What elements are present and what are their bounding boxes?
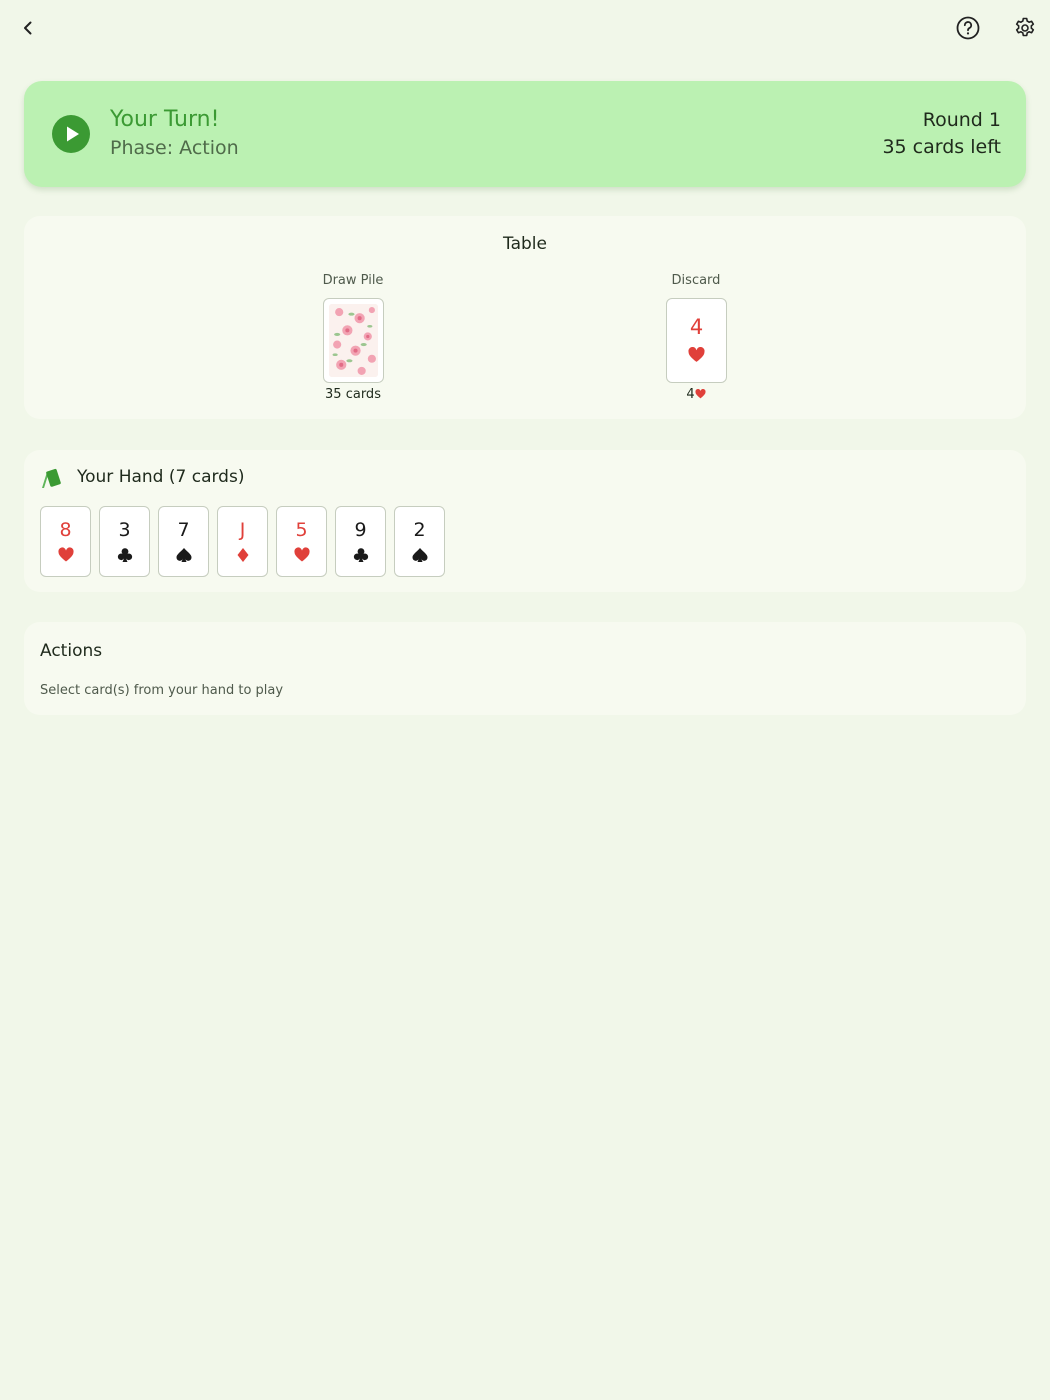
discard-top-card[interactable]: 4	[666, 298, 727, 383]
settings-button[interactable]	[1005, 8, 1045, 48]
help-button[interactable]	[948, 8, 988, 48]
spade-suit-icon	[176, 548, 192, 562]
hand-panel: Your Hand (7 cards) 8 3 7 J 5 9 2	[24, 450, 1026, 592]
draw-pile-count: 35 cards	[325, 387, 381, 402]
discard-caption: 4	[636, 387, 756, 402]
hand-card[interactable]: 7	[158, 506, 209, 577]
spade-suit-icon	[412, 548, 428, 562]
table-panel: Table Draw Pile 35 cards Discard 4 4	[24, 216, 1026, 419]
hand-card-rank: 2	[413, 519, 426, 541]
hand-card-rank: 3	[118, 519, 131, 541]
diamond-suit-icon	[237, 548, 249, 562]
hand-card-rank: J	[239, 519, 246, 541]
hand-card-rank: 8	[59, 519, 72, 541]
hand-card[interactable]: 5	[276, 506, 327, 577]
heart-suit-icon	[294, 547, 310, 562]
actions-title: Actions	[40, 641, 103, 661]
discard-card-rank: 4	[689, 315, 704, 339]
gear-icon	[1015, 17, 1035, 37]
hand-card-rank: 5	[295, 519, 308, 541]
back-button[interactable]	[8, 8, 48, 48]
turn-phase: Phase: Action	[110, 137, 239, 159]
cards-icon	[42, 468, 61, 488]
help-circle-icon	[956, 16, 980, 40]
floral-card-back	[329, 304, 378, 377]
hand-card[interactable]: 3	[99, 506, 150, 577]
turn-status-banner: Your Turn! Phase: Action Round 1 35 card…	[24, 81, 1026, 187]
hand-card-rank: 7	[177, 519, 190, 541]
hand-card[interactable]: 2	[394, 506, 445, 577]
hand-card-rank: 9	[354, 519, 367, 541]
hand-title: Your Hand (7 cards)	[77, 467, 245, 487]
hand-card[interactable]: 8	[40, 506, 91, 577]
heart-suit-icon	[695, 388, 706, 399]
round-indicator: Round 1	[922, 109, 1001, 131]
club-suit-icon	[353, 548, 369, 562]
draw-pile-card[interactable]	[323, 298, 384, 383]
cards-left-indicator: 35 cards left	[882, 136, 1001, 158]
actions-hint: Select card(s) from your hand to play	[40, 683, 284, 698]
actions-panel: Actions Select card(s) from your hand to…	[24, 622, 1026, 715]
heart-suit-icon	[58, 547, 74, 562]
club-suit-icon	[117, 548, 133, 562]
chevron-left-icon	[24, 21, 32, 35]
hand-card[interactable]: J	[217, 506, 268, 577]
discard-label: Discard	[671, 273, 721, 288]
top-app-bar	[0, 0, 1050, 58]
draw-pile-label: Draw Pile	[322, 273, 384, 288]
hand-card[interactable]: 9	[335, 506, 386, 577]
play-circle-icon	[52, 115, 90, 153]
discard-caption-rank: 4	[686, 387, 695, 402]
table-title: Table	[503, 234, 547, 254]
heart-suit-icon	[688, 347, 705, 362]
turn-title: Your Turn!	[110, 107, 220, 132]
